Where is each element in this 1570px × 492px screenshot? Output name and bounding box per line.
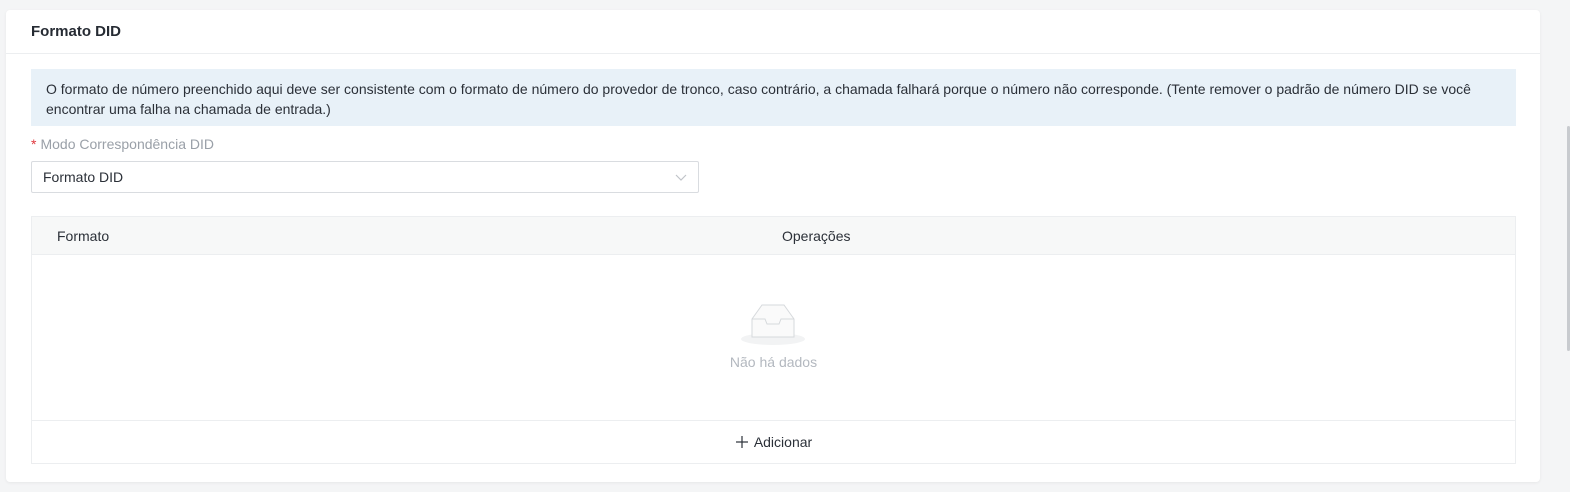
add-format-label: Adicionar xyxy=(753,434,813,450)
chevron-down-icon xyxy=(675,174,687,181)
empty-inbox-icon xyxy=(741,304,805,345)
column-header-operations: Operações xyxy=(782,228,851,244)
did-format-table: Formato Operações Não há dados Adicionar xyxy=(31,216,1516,464)
table-empty-state: Não há dados xyxy=(32,255,1515,421)
did-match-mode-value: Formato DID xyxy=(43,169,124,185)
empty-text: Não há dados xyxy=(729,354,818,370)
card-header: Formato DID xyxy=(6,10,1540,54)
did-format-card: Formato DID O formato de número preenchi… xyxy=(6,10,1540,482)
required-mark: * xyxy=(31,136,37,152)
did-match-mode-label: * Modo Correspondência DID xyxy=(31,136,214,152)
did-match-mode-select[interactable]: Formato DID xyxy=(31,161,699,193)
section-title: Formato DID xyxy=(31,23,121,40)
column-header-format: Formato xyxy=(57,228,110,244)
info-alert: O formato de número preenchido aqui deve… xyxy=(31,69,1516,126)
add-format-button[interactable]: Adicionar xyxy=(32,421,1515,463)
table-header: Formato Operações xyxy=(32,217,1515,255)
plus-icon xyxy=(735,436,748,448)
did-match-mode-label-text: Modo Correspondência DID xyxy=(40,136,214,152)
